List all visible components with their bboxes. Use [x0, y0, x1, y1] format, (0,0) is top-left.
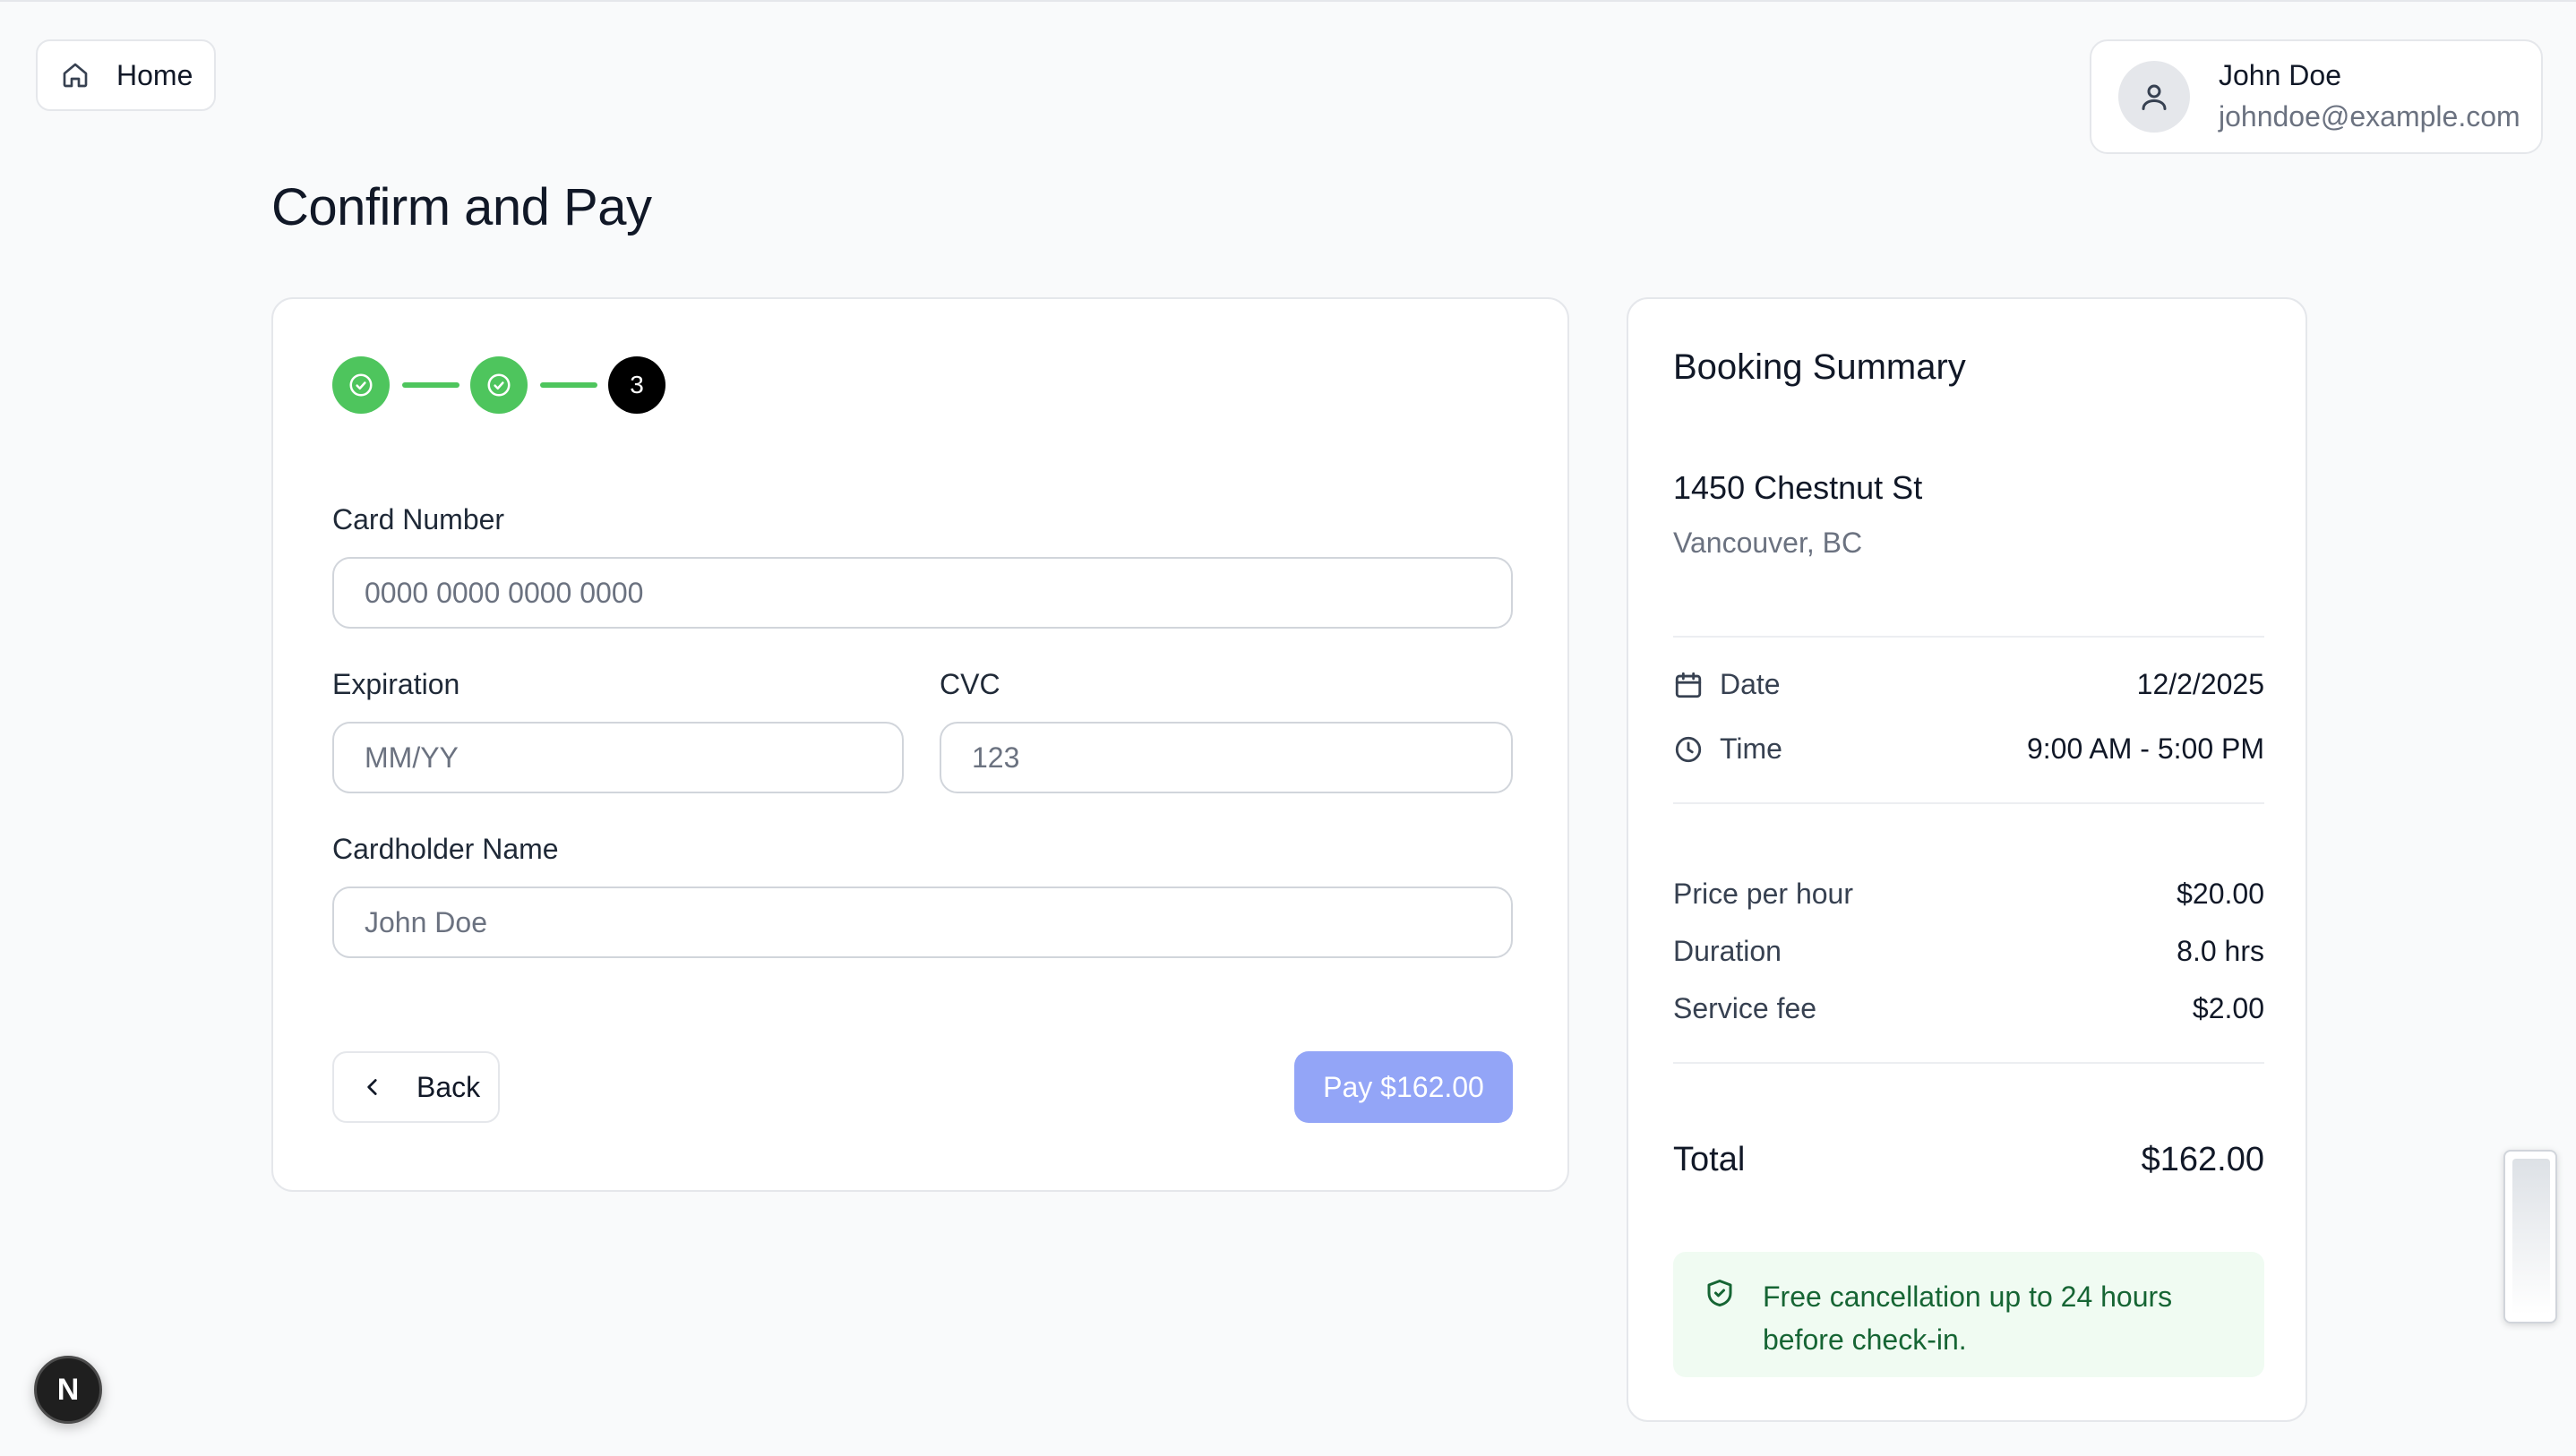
home-button[interactable]: Home: [36, 39, 216, 111]
back-label: Back: [416, 1070, 481, 1103]
cvc-label: CVC: [940, 668, 1000, 700]
step-1-complete: [332, 356, 390, 414]
fee-label: Service fee: [1673, 992, 1817, 1024]
date-row: Date 12/2/2025: [1673, 668, 2264, 701]
cardholder-input[interactable]: [332, 886, 1513, 958]
card-number-input[interactable]: [332, 557, 1513, 629]
clock-icon: [1675, 736, 1702, 762]
total-value: $162.00: [2141, 1141, 2264, 1178]
time-value: 9:00 AM - 5:00 PM: [2026, 732, 2264, 765]
check-circle-icon: [349, 373, 373, 397]
cardholder-label: Cardholder Name: [332, 833, 559, 865]
total-row: Total $162.00: [1673, 1141, 2264, 1179]
divider: [1673, 636, 2264, 638]
duration-row: Duration 8.0 hrs: [1673, 935, 2264, 968]
total-label: Total: [1673, 1141, 1746, 1178]
duration-value: 8.0 hrs: [2177, 935, 2264, 967]
card-number-label: Card Number: [332, 503, 505, 535]
fee-row: Service fee $2.00: [1673, 992, 2264, 1025]
avatar: [2118, 61, 2190, 133]
user-icon: [2142, 84, 2167, 110]
page-title: Confirm and Pay: [271, 178, 652, 236]
step-connector: [402, 382, 459, 388]
cancellation-note-text: Free cancellation up to 24 hours before …: [1763, 1280, 2173, 1356]
time-label: Time: [1720, 732, 1782, 765]
date-value: 12/2/2025: [2136, 668, 2264, 700]
home-label: Home: [116, 58, 193, 91]
cancellation-note: Free cancellation up to 24 hours before …: [1673, 1252, 2264, 1377]
step-connector: [540, 382, 597, 388]
cvc-input[interactable]: [940, 722, 1513, 793]
expiration-label: Expiration: [332, 668, 460, 700]
time-row: Time 9:00 AM - 5:00 PM: [1673, 732, 2264, 766]
pay-button[interactable]: Pay $162.00: [1294, 1051, 1513, 1123]
listing-address: 1450 Chestnut St: [1673, 469, 1923, 506]
price-value: $20.00: [2177, 878, 2264, 910]
scroll-thumb[interactable]: [2512, 1159, 2550, 1315]
stepper: 3: [332, 356, 665, 414]
step-3-active: 3: [608, 356, 665, 414]
listing-city: Vancouver, BC: [1673, 527, 1863, 559]
calendar-icon: [1675, 672, 1702, 698]
home-icon: [63, 63, 88, 88]
divider: [1673, 802, 2264, 804]
payment-form-card: 3 Card Number Expiration CVC Cardholder …: [271, 297, 1569, 1192]
user-name: John Doe: [2219, 59, 2341, 91]
step-2-complete: [470, 356, 528, 414]
expiration-input[interactable]: [332, 722, 904, 793]
price-row: Price per hour $20.00: [1673, 878, 2264, 911]
chevron-left-icon: [367, 1079, 377, 1095]
booking-summary-card: Booking Summary 1450 Chestnut St Vancouv…: [1627, 297, 2307, 1422]
summary-title: Booking Summary: [1673, 347, 1966, 387]
scroll-widget[interactable]: [2503, 1150, 2557, 1323]
dev-tools-badge[interactable]: N: [34, 1356, 102, 1424]
user-email: johndoe@example.com: [2219, 100, 2520, 133]
divider: [1673, 1062, 2264, 1064]
fee-value: $2.00: [2192, 992, 2264, 1024]
back-button[interactable]: Back: [332, 1051, 500, 1123]
check-circle-icon: [487, 373, 511, 397]
shield-check-icon: [1707, 1280, 1732, 1306]
user-profile-card[interactable]: John Doe johndoe@example.com: [2090, 39, 2543, 154]
price-label: Price per hour: [1673, 878, 1853, 910]
duration-label: Duration: [1673, 935, 1782, 967]
date-label: Date: [1720, 668, 1781, 700]
